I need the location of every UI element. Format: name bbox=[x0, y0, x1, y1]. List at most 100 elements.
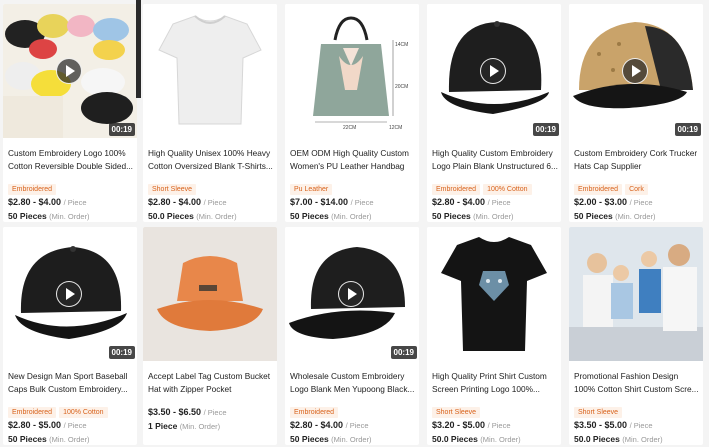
product-tag: Embroidered bbox=[8, 184, 57, 195]
product-image[interactable]: 00:19 bbox=[3, 227, 137, 361]
product-price: $3.20 - $5.00 / Piece bbox=[432, 420, 511, 430]
product-tag: Short Sleeve bbox=[574, 407, 623, 418]
tiger-print-tshirt-image bbox=[427, 227, 561, 361]
product-card[interactable]: Accept Label Tag Custom Bucket Hat with … bbox=[143, 227, 277, 445]
price-unit: / Piece bbox=[63, 198, 87, 207]
play-video-icon[interactable] bbox=[622, 58, 648, 84]
min-order: 1 Piece (Min. Order) bbox=[148, 421, 220, 431]
play-video-icon[interactable] bbox=[480, 58, 506, 84]
product-tag: Short Sleeve bbox=[432, 407, 481, 418]
product-tags: Embroidered bbox=[8, 178, 59, 195]
price-unit: / Piece bbox=[63, 421, 87, 430]
moq-unit: (Min. Order) bbox=[473, 212, 514, 221]
product-title[interactable]: Accept Label Tag Custom Bucket Hat with … bbox=[148, 370, 274, 395]
price-range: $3.20 - $5.00 bbox=[432, 420, 486, 430]
image-divider bbox=[136, 0, 141, 98]
moq-unit: (Min. Order) bbox=[179, 422, 221, 431]
price-range: $2.00 - $3.00 bbox=[574, 197, 628, 207]
product-price: $2.80 - $5.00 / Piece bbox=[8, 420, 87, 430]
moq-value: 50 Pieces bbox=[8, 434, 47, 444]
product-tags: Short Sleeve bbox=[574, 401, 625, 418]
product-card[interactable]: High Quality Print Shirt Custom Screen P… bbox=[427, 227, 561, 445]
product-image[interactable]: 00:19 bbox=[3, 4, 137, 138]
white-tshirt-image bbox=[143, 4, 277, 138]
min-order: 50 Pieces (Min. Order) bbox=[8, 434, 90, 444]
product-tag: 100% Cotton bbox=[483, 184, 532, 195]
product-title[interactable]: Custom Embroidery Logo 100% Cotton Rever… bbox=[8, 147, 134, 172]
price-unit: / Piece bbox=[487, 421, 511, 430]
play-video-icon[interactable] bbox=[338, 281, 364, 307]
product-tag: Short Sleeve bbox=[148, 184, 197, 195]
product-tag: Embroidered bbox=[8, 407, 57, 418]
product-card[interactable]: High Quality Unisex 100% Heavy Cotton Ov… bbox=[143, 4, 277, 222]
product-title[interactable]: High Quality Custom Embroidery Logo Plai… bbox=[432, 147, 558, 172]
product-card[interactable]: 00:19 Wholesale Custom Embroidery Logo B… bbox=[285, 227, 419, 445]
product-tag: Embroidered bbox=[432, 184, 481, 195]
video-duration: 00:19 bbox=[532, 123, 559, 136]
product-card[interactable]: 00:19 New Design Man Sport Baseball Caps… bbox=[3, 227, 137, 445]
product-price: $2.80 - $4.00 / Piece bbox=[432, 197, 511, 207]
moq-value: 1 Piece bbox=[148, 421, 178, 431]
product-image[interactable] bbox=[427, 227, 561, 361]
play-video-icon[interactable] bbox=[56, 281, 82, 307]
moq-value: 50.0 Pieces bbox=[574, 434, 620, 444]
video-duration: 00:19 bbox=[108, 346, 135, 359]
product-title[interactable]: Promotional Fashion Design 100% Cotton S… bbox=[574, 370, 700, 395]
moq-unit: (Min. Order) bbox=[622, 435, 663, 444]
product-image[interactable] bbox=[143, 227, 277, 361]
product-card[interactable]: 14CM 20CM 22CM 12CM OEM ODM High Quality… bbox=[285, 4, 419, 222]
product-tag: Cork bbox=[625, 184, 648, 195]
product-card[interactable]: Promotional Fashion Design 100% Cotton S… bbox=[569, 227, 703, 445]
product-title[interactable]: Wholesale Custom Embroidery Logo Blank M… bbox=[290, 370, 416, 395]
price-range: $7.00 - $14.00 bbox=[290, 197, 349, 207]
moq-value: 50 Pieces bbox=[8, 211, 47, 221]
min-order: 50 Pieces (Min. Order) bbox=[8, 211, 90, 221]
moq-value: 50.0 Pieces bbox=[432, 434, 478, 444]
product-tags: Embroidered bbox=[290, 401, 341, 418]
product-title[interactable]: New Design Man Sport Baseball Caps Bulk … bbox=[8, 370, 134, 395]
price-unit: / Piece bbox=[350, 198, 374, 207]
dimension-label: 12CM bbox=[389, 125, 403, 131]
product-title[interactable]: High Quality Print Shirt Custom Screen P… bbox=[432, 370, 558, 395]
product-title[interactable]: High Quality Unisex 100% Heavy Cotton Ov… bbox=[148, 147, 274, 172]
product-tags: Pu Leather bbox=[290, 178, 335, 195]
product-tag: Embroidered bbox=[574, 184, 623, 195]
price-range: $2.80 - $4.00 bbox=[8, 197, 62, 207]
product-title[interactable]: OEM ODM High Quality Custom Women's PU L… bbox=[290, 147, 416, 172]
product-title[interactable]: Custom Embroidery Cork Trucker Hats Cap … bbox=[574, 147, 700, 172]
min-order: 50.0 Pieces (Min. Order) bbox=[148, 211, 237, 221]
product-image[interactable]: 00:19 bbox=[427, 4, 561, 138]
play-video-icon[interactable] bbox=[56, 58, 82, 84]
product-image[interactable]: 14CM 20CM 22CM 12CM bbox=[285, 4, 419, 138]
price-unit: / Piece bbox=[487, 198, 511, 207]
product-image[interactable] bbox=[143, 4, 277, 138]
min-order: 50.0 Pieces (Min. Order) bbox=[432, 434, 521, 444]
price-range: $3.50 - $5.00 bbox=[574, 420, 628, 430]
min-order: 50 Pieces (Min. Order) bbox=[432, 211, 514, 221]
price-range: $2.80 - $4.00 bbox=[290, 420, 344, 430]
moq-unit: (Min. Order) bbox=[615, 212, 656, 221]
product-card[interactable]: 00:19 Custom Embroidery Logo 100% Cotton… bbox=[3, 4, 137, 222]
dimension-label: 14CM bbox=[395, 42, 409, 48]
price-range: $2.80 - $4.00 bbox=[148, 197, 202, 207]
orange-bucket-hat-image bbox=[143, 227, 277, 361]
moq-value: 50 Pieces bbox=[432, 211, 471, 221]
product-price: $3.50 - $5.00 / Piece bbox=[574, 420, 653, 430]
product-price: $7.00 - $14.00 / Piece bbox=[290, 197, 374, 207]
product-tags: Embroidered Cork bbox=[574, 178, 651, 195]
min-order: 50.0 Pieces (Min. Order) bbox=[574, 434, 663, 444]
product-tags: Embroidered 100% Cotton bbox=[432, 178, 535, 195]
product-card[interactable]: 00:19 High Quality Custom Embroidery Log… bbox=[427, 4, 561, 222]
product-image[interactable]: 00:19 bbox=[285, 227, 419, 361]
product-image[interactable]: 00:19 bbox=[569, 4, 703, 138]
video-duration: 00:19 bbox=[108, 123, 135, 136]
dimension-label: 20CM bbox=[395, 84, 409, 90]
product-card[interactable]: 00:19 Custom Embroidery Cork Trucker Hat… bbox=[569, 4, 703, 222]
min-order: 50 Pieces (Min. Order) bbox=[574, 211, 656, 221]
product-price: $2.00 - $3.00 / Piece bbox=[574, 197, 653, 207]
moq-value: 50 Pieces bbox=[290, 211, 329, 221]
moq-value: 50.0 Pieces bbox=[148, 211, 194, 221]
product-image[interactable] bbox=[569, 227, 703, 361]
price-unit: / Piece bbox=[629, 421, 653, 430]
product-grid: 00:19 Custom Embroidery Logo 100% Cotton… bbox=[0, 0, 709, 447]
